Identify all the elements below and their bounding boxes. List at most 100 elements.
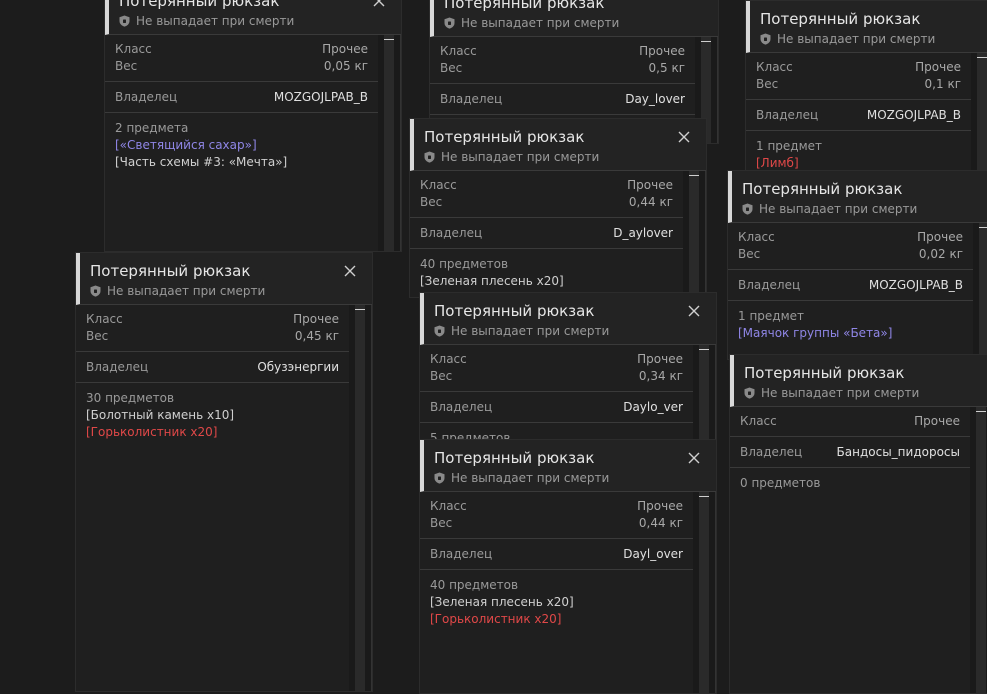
owner-row: Владелец MOZGOJLPAB_B bbox=[728, 270, 973, 300]
items-count: 1 предмет bbox=[738, 309, 805, 323]
close-icon[interactable] bbox=[373, 0, 387, 9]
shield-icon bbox=[90, 285, 101, 297]
item-entry[interactable]: [Маячок группы «Бета»] bbox=[728, 325, 973, 342]
panel-content: Класс Прочее Вес 0,34 кг Владелец Daylo_ver 5 … bbox=[420, 345, 693, 441]
scrollbar-track[interactable] bbox=[355, 305, 365, 691]
close-icon[interactable] bbox=[678, 131, 692, 145]
owner-label: Владелец bbox=[430, 400, 493, 414]
scrollbar-thumb[interactable] bbox=[355, 309, 365, 310]
item-entry[interactable]: [Часть схемы #3: «Мечта»] bbox=[105, 154, 378, 171]
scrollbar-thumb[interactable] bbox=[384, 39, 394, 40]
scrollbar[interactable] bbox=[693, 345, 715, 441]
scrollbar-thumb[interactable] bbox=[701, 41, 711, 42]
scrollbar[interactable] bbox=[349, 305, 371, 691]
scrollbar-track[interactable] bbox=[699, 492, 709, 693]
item-entry[interactable]: [Болотный камень x10] bbox=[76, 407, 349, 424]
owner-label: Владелец bbox=[86, 360, 149, 374]
close-icon[interactable] bbox=[344, 265, 358, 279]
owner-value: Бандосы_пидоросы bbox=[836, 445, 960, 459]
weight-value: 0,44 кг bbox=[628, 195, 673, 209]
owner-row: Владелец MOZGOJLPAB_B bbox=[105, 82, 378, 112]
owner-row: Владелец Бандосы_пидоросы bbox=[730, 437, 970, 467]
class-row: Класс Прочее bbox=[746, 59, 971, 76]
class-row: Класс Прочее bbox=[410, 177, 683, 194]
panel-title: Потерянный рюкзак bbox=[434, 302, 595, 320]
owner-row: Владелец Обузэнергии bbox=[76, 352, 349, 382]
scrollbar-track[interactable] bbox=[976, 407, 986, 693]
death-protection-note: Не выпадает при смерти bbox=[742, 202, 917, 216]
scrollbar-track[interactable] bbox=[699, 345, 709, 441]
owner-value: Daylo_ver bbox=[623, 400, 683, 414]
owner-row: Владелец Day_lover bbox=[430, 84, 695, 114]
scrollbar[interactable] bbox=[970, 407, 987, 693]
class-value: Прочее bbox=[637, 352, 683, 366]
lost-backpack-panel: Потерянный рюкзак Не выпадает при смерти К… bbox=[727, 170, 987, 360]
item-entry[interactable]: [Горьколистник x20] bbox=[76, 424, 349, 441]
panel-title: Потерянный рюкзак bbox=[119, 0, 280, 10]
weight-value: 0,34 кг bbox=[638, 369, 683, 383]
scrollbar-thumb[interactable] bbox=[699, 496, 709, 497]
panel-content: Класс Прочее Вес 0,1 кг Владелец MOZGOJLPAB_B… bbox=[746, 53, 971, 172]
panel-title: Потерянный рюкзак bbox=[424, 128, 585, 146]
panel-body: Класс Прочее Вес 0,05 кг Владелец MOZGOJLPAB_… bbox=[105, 35, 401, 251]
class-row: Класс Прочее bbox=[728, 229, 973, 246]
owner-row: Владелец Daylo_ver bbox=[420, 392, 693, 422]
scrollbar[interactable] bbox=[971, 53, 987, 174]
scrollbar-thumb[interactable] bbox=[699, 349, 709, 350]
item-entry[interactable]: [Зеленая плесень x20] bbox=[410, 273, 683, 290]
class-row: Класс Прочее bbox=[105, 41, 378, 58]
panel-title: Потерянный рюкзак bbox=[434, 449, 595, 467]
scrollbar-thumb[interactable] bbox=[979, 227, 987, 228]
scrollbar[interactable] bbox=[378, 35, 400, 251]
class-value: Прочее bbox=[917, 230, 963, 244]
owner-value: Dayl_over bbox=[623, 547, 683, 561]
weight-label: Вес bbox=[738, 247, 761, 261]
scrollbar-thumb[interactable] bbox=[689, 175, 699, 176]
scrollbar[interactable] bbox=[683, 171, 705, 297]
weight-value: 0,02 кг bbox=[918, 247, 963, 261]
weight-row: Вес 0,44 кг bbox=[410, 194, 683, 211]
items-count: 40 предметов bbox=[420, 257, 509, 271]
scrollbar[interactable] bbox=[973, 223, 987, 359]
panel-body: Класс Прочее Вес 0,1 кг Владелец MOZGOJLPAB_B… bbox=[746, 53, 987, 174]
weight-value: 0,05 кг bbox=[323, 59, 368, 73]
panel-header: Потерянный рюкзак Не выпадает при смерти bbox=[746, 1, 987, 53]
scrollbar-track[interactable] bbox=[979, 223, 987, 359]
panel-title: Потерянный рюкзак bbox=[742, 180, 903, 198]
panel-title: Потерянный рюкзак bbox=[444, 0, 605, 12]
lost-backpack-panel: Потерянный рюкзак Не выпадает при смерти К… bbox=[745, 0, 987, 175]
scrollbar-track[interactable] bbox=[384, 35, 394, 251]
scrollbar[interactable] bbox=[693, 492, 715, 693]
death-protection-text: Не выпадает при смерти bbox=[461, 16, 620, 30]
item-entry[interactable]: [Зеленая плесень x20] bbox=[420, 594, 693, 611]
class-value: Прочее bbox=[639, 44, 685, 58]
panel-header: Потерянный рюкзак Не выпадает при смерти bbox=[76, 253, 372, 305]
close-icon[interactable] bbox=[688, 452, 702, 466]
items-count: 2 предмета bbox=[115, 121, 189, 135]
death-protection-note: Не выпадает при смерти bbox=[744, 386, 919, 400]
close-icon[interactable] bbox=[688, 305, 702, 319]
class-label: Класс bbox=[430, 499, 467, 513]
class-value: Прочее bbox=[322, 42, 368, 56]
class-value: Прочее bbox=[637, 499, 683, 513]
item-entry[interactable]: [Горьколистник x20] bbox=[420, 611, 693, 628]
weight-label: Вес bbox=[756, 77, 779, 91]
weight-row: Вес 0,34 кг bbox=[420, 368, 693, 385]
scrollbar-track[interactable] bbox=[689, 171, 699, 297]
scrollbar-thumb[interactable] bbox=[977, 57, 987, 58]
weight-label: Вес bbox=[440, 61, 463, 75]
weight-value: 0,44 кг bbox=[638, 516, 683, 530]
item-entry[interactable]: [«Светящийся сахар»] bbox=[105, 137, 378, 154]
owner-label: Владелец bbox=[740, 445, 803, 459]
panel-header: Потерянный рюкзак Не выпадает при смерти bbox=[430, 0, 718, 37]
class-row: Класс Прочее bbox=[430, 43, 695, 60]
owner-row: Владелец D_aylover bbox=[410, 218, 683, 248]
scrollbar-thumb[interactable] bbox=[976, 411, 986, 412]
shield-icon bbox=[742, 203, 753, 215]
scrollbar-track[interactable] bbox=[977, 53, 987, 174]
